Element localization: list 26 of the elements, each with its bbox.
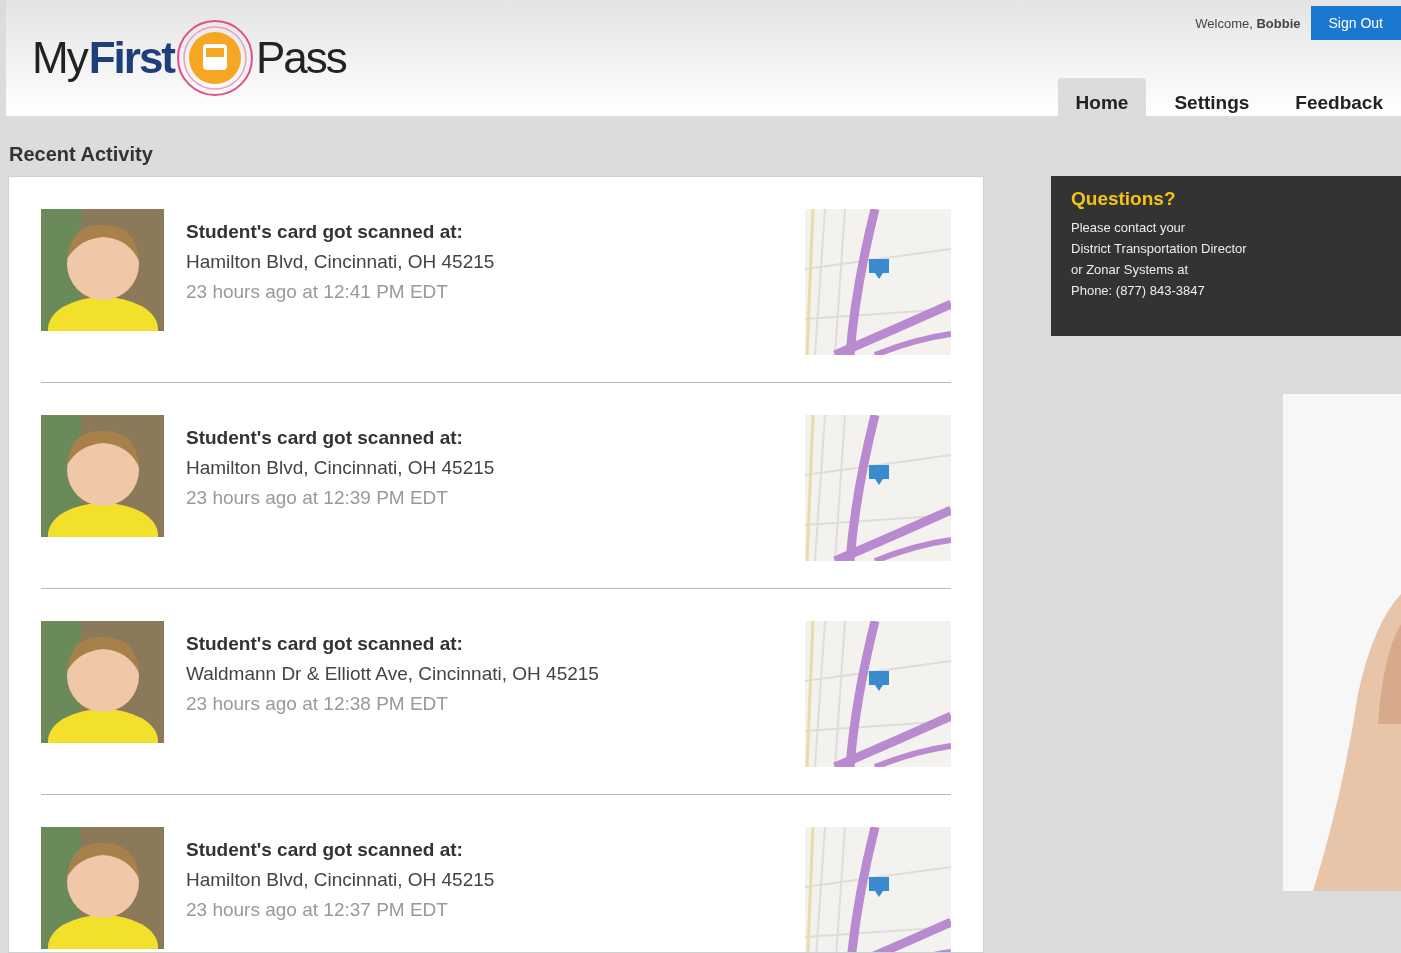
- contact-text: Phone: (877) 843-3847: [1071, 283, 1206, 298]
- activity-address: Hamilton Blvd, Cincinnati, OH 45215: [186, 251, 496, 273]
- contact-text: Please contact your: [1071, 220, 1187, 235]
- activity-time: 23 hours ago at 12:41 PM EDT: [186, 281, 449, 303]
- section-title: Recent Activity: [8, 142, 154, 167]
- activity-address: Waldmann Dr & Elliott Ave, Cincinnati, OH 45215: [186, 663, 600, 685]
- activity-address: Hamilton Blvd, Cincinnati, OH 45215: [186, 457, 496, 479]
- activity-time: 23 hours ago at 12:38 PM EDT: [186, 693, 449, 715]
- logo-text: My: [32, 33, 87, 83]
- activity-time: 23 hours ago at 12:37 PM EDT: [186, 899, 449, 921]
- activity-title: Student's card got scanned at:: [186, 633, 464, 655]
- logo-text: Pass: [256, 33, 346, 83]
- nav-tab[interactable]: Settings: [1156, 78, 1268, 116]
- contact-text: District Transportation Director: [1071, 241, 1248, 256]
- sign-out-button[interactable]: Sign Out: [1310, 6, 1401, 40]
- activity-address: Hamilton Blvd, Cincinnati, OH 45215: [186, 869, 496, 891]
- activity-time: 23 hours ago at 12:39 PM EDT: [186, 487, 449, 509]
- activity-title: Student's card got scanned at:: [186, 839, 464, 861]
- questions-title: Questions?: [1071, 188, 1177, 210]
- nav-tab[interactable]: Home: [1057, 78, 1147, 116]
- welcome-text: Welcome, Bobbie: [1195, 15, 1301, 31]
- contact-text: or Zonar Systems at: [1071, 262, 1190, 277]
- nav-tab[interactable]: Feedback: [1277, 78, 1401, 116]
- activity-title: Student's card got scanned at:: [186, 427, 464, 449]
- logo-text: First: [88, 33, 174, 83]
- activity-title: Student's card got scanned at:: [186, 221, 464, 243]
